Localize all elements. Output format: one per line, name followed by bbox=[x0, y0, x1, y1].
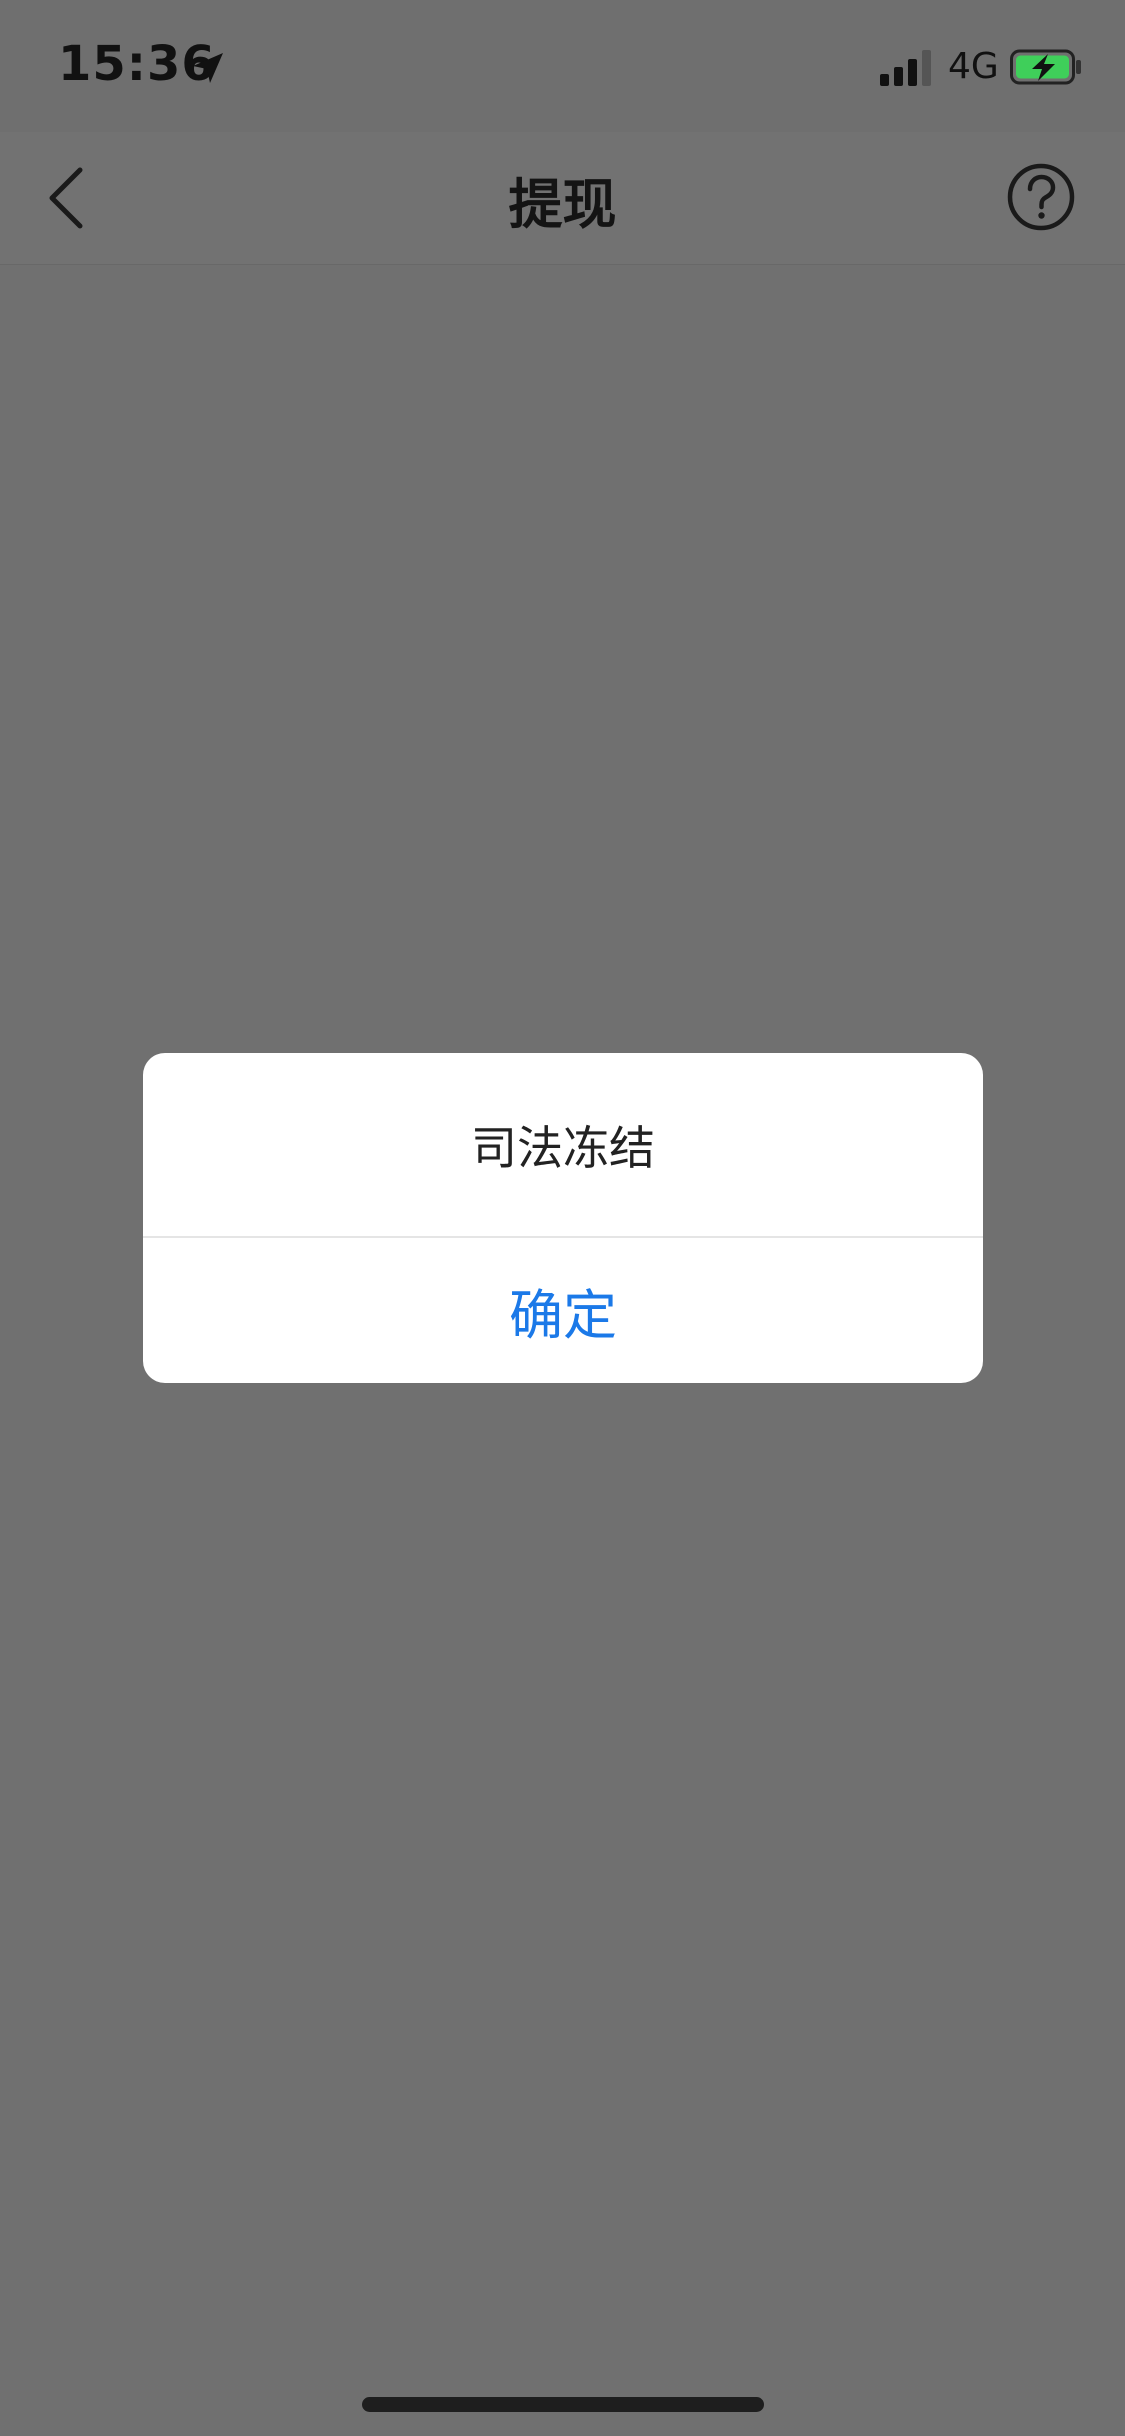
signal-bars-icon bbox=[880, 50, 931, 86]
dialog-message: 司法冻结 bbox=[471, 1120, 655, 1175]
status-bar: 15:36 4G bbox=[0, 0, 1125, 132]
confirm-button[interactable]: 确定 bbox=[143, 1238, 983, 1383]
location-arrow-icon bbox=[193, 53, 223, 83]
navigation-bar: 提现 bbox=[0, 132, 1125, 265]
network-type: 4G bbox=[948, 46, 999, 87]
home-indicator[interactable] bbox=[362, 2397, 764, 2412]
page-title: 提现 bbox=[508, 173, 617, 236]
alert-dialog: 司法冻结 确定 bbox=[143, 1053, 983, 1383]
battery-charging-icon bbox=[1010, 49, 1081, 85]
withdraw-screen: 15:36 4G 提现 司法冻结 确定 bbox=[0, 0, 1125, 2436]
help-question-icon[interactable] bbox=[1006, 162, 1076, 232]
